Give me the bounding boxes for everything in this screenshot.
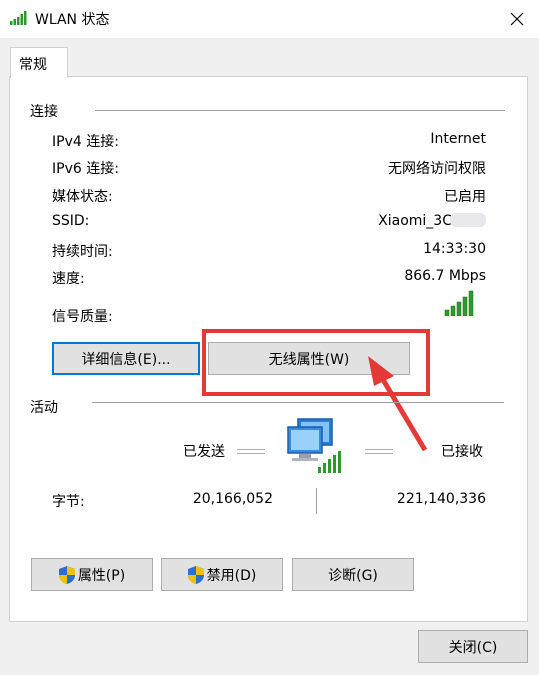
speed-label: 速度: [52,271,85,287]
bytes-label: 字节: [52,494,85,510]
wifi-signal-icon [10,11,27,25]
diagnose-button-label: 诊断(G) [328,567,378,584]
tab-general-label: 常规 [19,57,47,73]
details-button-label: 详细信息(E)... [81,351,171,368]
media-state-value: 已启用 [444,189,486,205]
activity-section-title: 活动 [30,397,64,417]
sent-label: 已发送 [183,444,225,460]
tab-general[interactable]: 常规 [10,47,68,78]
bytes-received-value: 221,140,336 [396,491,486,507]
network-computer-icon [287,418,341,473]
signal-quality-label: 信号质量: [52,309,113,325]
duration-label: 持续时间: [52,244,113,260]
properties-button[interactable]: 属性(P) [31,558,153,591]
disable-button-label: 禁用(D) [206,567,257,584]
received-label: 已接收 [441,444,483,460]
shield-icon [58,565,75,584]
connection-section-title: 连接 [30,101,64,121]
redacted-blur [450,213,486,227]
details-button[interactable]: 详细信息(E)... [52,342,200,375]
diagnose-button[interactable]: 诊断(G) [292,558,414,591]
duration-value: 14:33:30 [423,241,486,257]
close-icon[interactable] [502,4,532,34]
speed-value: 866.7 Mbps [404,268,486,284]
activity-divider [92,402,504,403]
ssid-label: SSID: [52,213,90,229]
ipv4-label: IPv4 连接: [52,134,119,150]
shield-icon [187,565,204,584]
close-button[interactable]: 关闭(C) [418,630,528,663]
sent-line [237,449,265,454]
title-bar: WLAN 状态 [0,0,539,38]
bytes-divider [316,488,317,514]
annotation-arrow [368,356,428,452]
window-title: WLAN 状态 [35,12,110,28]
connection-divider [95,110,505,111]
ssid-text: Xiaomi_3C [378,213,452,229]
properties-button-label: 属性(P) [77,567,126,584]
ipv4-value: Internet [430,131,486,147]
ssid-value: Xiaomi_3C [378,213,486,229]
ipv6-value: 无网络访问权限 [388,161,486,177]
received-line [365,449,393,454]
media-state-label: 媒体状态: [52,189,113,205]
signal-bars-icon [444,290,474,316]
ipv6-label: IPv6 连接: [52,161,119,177]
disable-button[interactable]: 禁用(D) [161,558,283,591]
bytes-sent-value: 20,166,052 [192,491,273,507]
close-button-label: 关闭(C) [448,639,498,656]
